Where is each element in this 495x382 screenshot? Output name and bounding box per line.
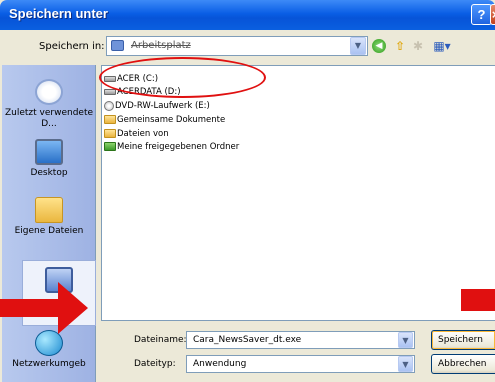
cancel-button[interactable]: Abbrechen [431,354,495,374]
place-recent-documents[interactable]: Zuletzt verwendete D... [2,79,96,130]
list-item-label: Meine freigegebenen Ordner [117,142,240,152]
list-item[interactable]: Meine freigegebenen Ordner [104,141,239,154]
place-label: Netzwerkumgeb [12,359,86,369]
folder-icon [104,115,116,124]
filetype-value: Anwendung [193,359,247,369]
filetype-select[interactable]: Anwendung ▼ [186,355,415,373]
back-icon[interactable]: ◀ [372,39,386,53]
dvd-drive-icon [104,100,114,111]
lookin-dropdown-button[interactable]: ▼ [350,37,366,55]
recent-documents-icon [35,79,63,105]
place-network[interactable]: Netzwerkumgeb [2,330,96,370]
list-item-label: Gemeinsame Dokumente [117,115,226,125]
place-label: Eigene Dateien [14,226,84,236]
views-menu-icon[interactable]: ▦▾ [432,38,452,54]
desktop-icon [35,139,63,165]
lookin-combo[interactable]: Arbeitsplatz ▼ [106,36,368,56]
my-documents-icon [35,197,63,223]
place-desktop[interactable]: Desktop [2,139,96,179]
filetype-dropdown-button[interactable]: ▼ [398,356,413,372]
up-folder-icon[interactable]: ⇧ [392,38,408,54]
filetype-label: Dateityp: [134,359,176,369]
new-folder-icon[interactable]: ✱ [410,38,426,54]
window-title: Speichern unter [9,6,108,21]
lookin-label: Speichern in: [39,41,105,52]
filename-input[interactable]: Cara_NewsSaver_dt.exe ▼ [186,331,415,349]
shared-folder-icon [104,142,116,151]
filename-label: Dateiname: [134,335,187,345]
list-item[interactable]: Gemeinsame Dokumente [104,114,225,127]
annotation-arrow-left [0,282,88,334]
list-item[interactable]: DVD-RW-Laufwerk (E:) [104,100,210,113]
filename-value: Cara_NewsSaver_dt.exe [193,335,302,345]
close-button[interactable]: × [490,4,495,25]
place-label: Desktop [30,168,68,178]
list-item-label: Dateien von [117,129,169,139]
file-list[interactable]: ACER (C:) ACERDATA (D:) DVD-RW-Laufwerk … [101,65,495,321]
lookin-value: Arbeitsplatz [131,40,191,51]
annotation-arrow-right [461,289,495,311]
annotation-ellipse [99,57,266,98]
list-item-label: DVD-RW-Laufwerk (E:) [115,101,210,111]
place-label: Zuletzt verwendete D... [4,108,94,129]
places-bar: Zuletzt verwendete D... Desktop Eigene D… [2,65,96,382]
filename-dropdown-button[interactable]: ▼ [398,332,413,348]
computer-icon [111,40,124,51]
save-button[interactable]: Speichern [431,330,495,350]
list-item[interactable]: Dateien von [104,128,169,141]
title-bar: Speichern unter ? × [0,0,495,30]
place-my-documents[interactable]: Eigene Dateien [2,197,96,237]
help-button[interactable]: ? [471,4,492,25]
folder-icon [104,129,116,138]
